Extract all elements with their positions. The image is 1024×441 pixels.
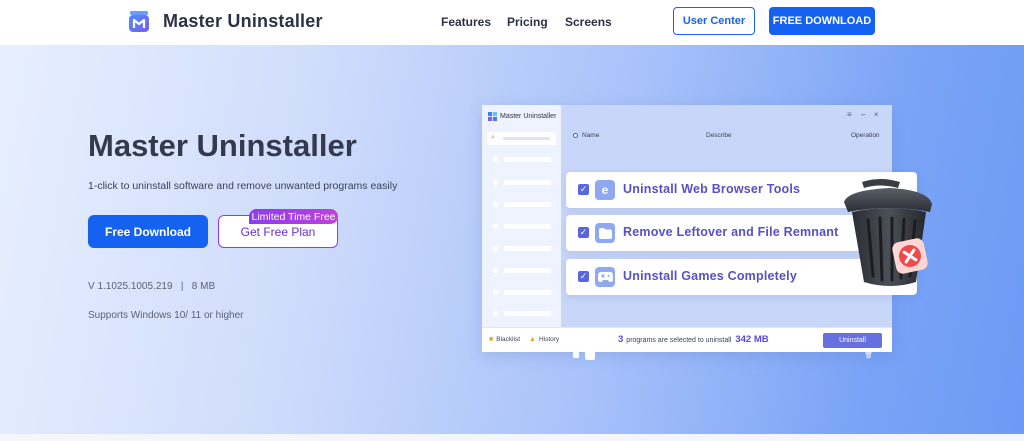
selected-count: 3 (618, 334, 624, 345)
select-all-radio[interactable] (573, 133, 578, 138)
history-icon: ▲ (529, 336, 536, 343)
os-support-info: Supports Windows 10/ 11 or higher (88, 310, 244, 321)
brand[interactable]: Master Uninstaller (127, 9, 323, 33)
blacklist-button[interactable]: ■ Blacklist (489, 336, 520, 343)
folder-icon (595, 223, 615, 243)
app-title-text: Master Uninstaller (500, 113, 557, 120)
sidebar-item[interactable] (493, 202, 553, 208)
nav-pricing[interactable]: Pricing (507, 15, 548, 29)
selected-count-text: programs are selected to uninstall (626, 337, 732, 344)
top-nav: Master Uninstaller Features Pricing Scre… (0, 0, 1024, 44)
sidebar-item-icon (493, 224, 498, 229)
page-bottom-strip (0, 434, 1024, 441)
app-footer: ■ Blacklist ▲ History 3 programs are sel… (482, 327, 892, 352)
sidebar-item[interactable] (493, 268, 553, 274)
search-placeholder-bar (503, 137, 550, 140)
minimize-icon[interactable]: – (861, 110, 865, 119)
trash-icon[interactable]: 🗑 (864, 351, 873, 359)
sidebar-item-icon (493, 180, 498, 185)
sidebar-item[interactable] (493, 246, 553, 252)
feature-label: Uninstall Games Completely (623, 269, 797, 283)
close-icon[interactable]: × (874, 110, 879, 119)
sidebar-item-icon (493, 290, 498, 295)
column-describe-header: Describe (706, 132, 732, 139)
app-logo-icon (488, 112, 497, 121)
trash-can-illustration (844, 179, 932, 286)
sidebar-item-placeholder (504, 202, 551, 207)
checkbox-checked-icon[interactable]: ✓ (578, 184, 589, 195)
brand-name: Master Uninstaller (163, 10, 323, 31)
search-icon: ⌕ (491, 134, 495, 141)
sidebar-item-icon (493, 268, 498, 273)
nav-free-download-button[interactable]: FREE DOWNLOAD (769, 7, 875, 35)
sidebar-item-placeholder (504, 224, 551, 229)
app-title: Master Uninstaller (488, 112, 556, 121)
blacklist-label: Blacklist (496, 336, 521, 343)
sidebar-item-placeholder (504, 311, 551, 316)
version-info: V 1.1025.1005.219 | 8 MB (88, 281, 216, 292)
limited-time-free-badge: Limited Time Free (249, 209, 338, 224)
sidebar-item-icon (493, 202, 498, 207)
feature-label: Uninstall Web Browser Tools (623, 182, 801, 196)
checkbox-checked-icon[interactable]: ✓ (578, 227, 589, 238)
sidebar-item-placeholder (504, 268, 551, 273)
app-sidebar: Master Uninstaller ⌕ (482, 105, 561, 327)
gamepad-icon (595, 267, 615, 287)
browser-icon: e (595, 180, 615, 200)
nav-features[interactable]: Features (441, 15, 491, 29)
hero-title: Master Uninstaller (88, 128, 357, 163)
hero-free-download-button[interactable]: Free Download (88, 215, 208, 248)
sidebar-item[interactable] (493, 224, 553, 230)
sidebar-item-icon (493, 157, 498, 162)
sidebar-item-placeholder (504, 246, 551, 251)
sidebar-item-placeholder (504, 180, 551, 185)
uninstall-button[interactable]: Uninstall (823, 333, 882, 348)
history-label: History (538, 336, 560, 343)
sidebar-item[interactable] (493, 290, 553, 296)
column-name-header: Name (582, 132, 600, 139)
sidebar-item[interactable] (493, 157, 553, 163)
master-uninstaller-logo-icon (129, 11, 149, 32)
selection-summary: 3 programs are selected to uninstall 342… (618, 334, 769, 345)
menu-icon[interactable]: ≡ (847, 110, 852, 119)
hero-subtitle: 1-click to uninstall software and remove… (88, 180, 398, 192)
sidebar-item[interactable] (493, 180, 553, 186)
app-search-input[interactable]: ⌕ (487, 132, 556, 145)
user-center-button[interactable]: User Center (673, 7, 755, 35)
feature-label: Remove Leftover and File Remnant (623, 225, 839, 239)
blacklist-icon: ■ (489, 336, 494, 343)
sidebar-item-placeholder (504, 290, 551, 295)
sidebar-item-placeholder (504, 157, 551, 162)
sidebar-item[interactable] (493, 311, 553, 317)
checkbox-checked-icon[interactable]: ✓ (578, 271, 589, 282)
row-checkbox[interactable] (573, 352, 579, 358)
history-button[interactable]: ▲ History (529, 336, 559, 343)
sidebar-item-icon (493, 246, 498, 251)
sidebar-item-icon (493, 311, 498, 316)
nav-screens[interactable]: Screens (565, 15, 612, 29)
selected-size: 342 MB (735, 334, 769, 345)
column-operation-header: Operation (851, 132, 880, 139)
